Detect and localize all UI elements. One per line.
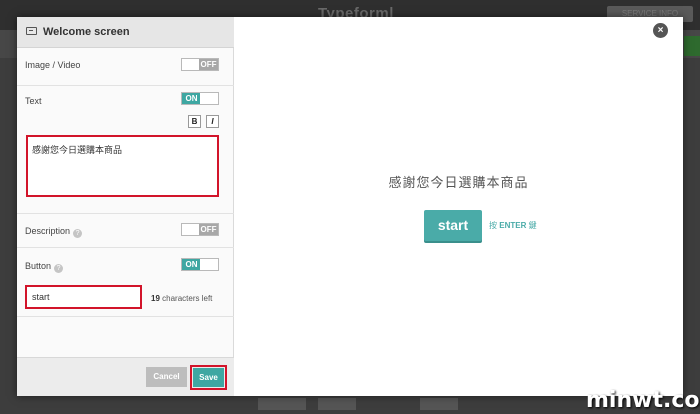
characters-left-count: 19 (151, 294, 160, 303)
background-green-tab (684, 36, 700, 56)
panel-title: Welcome screen (43, 26, 130, 38)
preview-start-button[interactable]: start (424, 210, 482, 241)
hint-key: ENTER (499, 221, 527, 230)
hint-prefix: 按 (489, 221, 500, 230)
cancel-button[interactable]: Cancel (146, 367, 187, 387)
enter-key-hint: 按 ENTER 鍵 (489, 220, 537, 231)
button-label-text: Button (25, 261, 52, 271)
close-icon[interactable]: × (653, 23, 668, 38)
text-label: Text (25, 96, 42, 106)
toggle-state: OFF (199, 224, 218, 235)
button-label: Button? (25, 261, 64, 273)
background-button (318, 398, 356, 410)
toggle-state: ON (182, 259, 201, 270)
welcome-screen-modal: Welcome screen Image / Video OFF Text ON… (17, 17, 683, 396)
help-icon[interactable]: ? (73, 229, 83, 238)
description-row: Description? OFF (17, 214, 234, 248)
background-button (420, 398, 458, 410)
toggle-state: OFF (199, 59, 218, 70)
save-button[interactable]: Save (193, 368, 224, 387)
watermark: minwt.com (586, 388, 700, 413)
image-video-label: Image / Video (25, 60, 81, 70)
description-toggle[interactable]: OFF (181, 223, 219, 236)
characters-left: 19 characters left (151, 294, 212, 303)
bold-button[interactable]: B (188, 115, 201, 128)
button-toggle[interactable]: ON (181, 258, 219, 271)
italic-button[interactable]: I (206, 115, 219, 128)
description-label-text: Description (25, 226, 71, 236)
characters-left-text: characters left (162, 294, 213, 303)
background-button (258, 398, 306, 410)
hint-suffix: 鍵 (526, 221, 537, 230)
help-icon[interactable]: ? (54, 264, 64, 273)
image-video-row: Image / Video OFF (17, 48, 234, 86)
button-text-input[interactable]: start (25, 285, 142, 309)
welcome-text-input[interactable]: 感謝您今日選購本商品 (26, 135, 219, 197)
save-highlight: Save (190, 365, 227, 390)
preview-welcome-text: 感謝您今日選購本商品 (388, 175, 529, 190)
welcome-screen-icon (26, 27, 37, 35)
panel-header: Welcome screen (17, 17, 234, 48)
preview-panel: × 感謝您今日選購本商品 start 按 ENTER 鍵 (234, 17, 683, 396)
panel-footer: Cancel Save (17, 357, 234, 396)
text-toggle[interactable]: ON (181, 92, 219, 105)
image-video-toggle[interactable]: OFF (181, 58, 219, 71)
description-label: Description? (25, 226, 83, 238)
settings-panel: Welcome screen Image / Video OFF Text ON… (17, 17, 234, 396)
toggle-state: ON (182, 93, 201, 104)
